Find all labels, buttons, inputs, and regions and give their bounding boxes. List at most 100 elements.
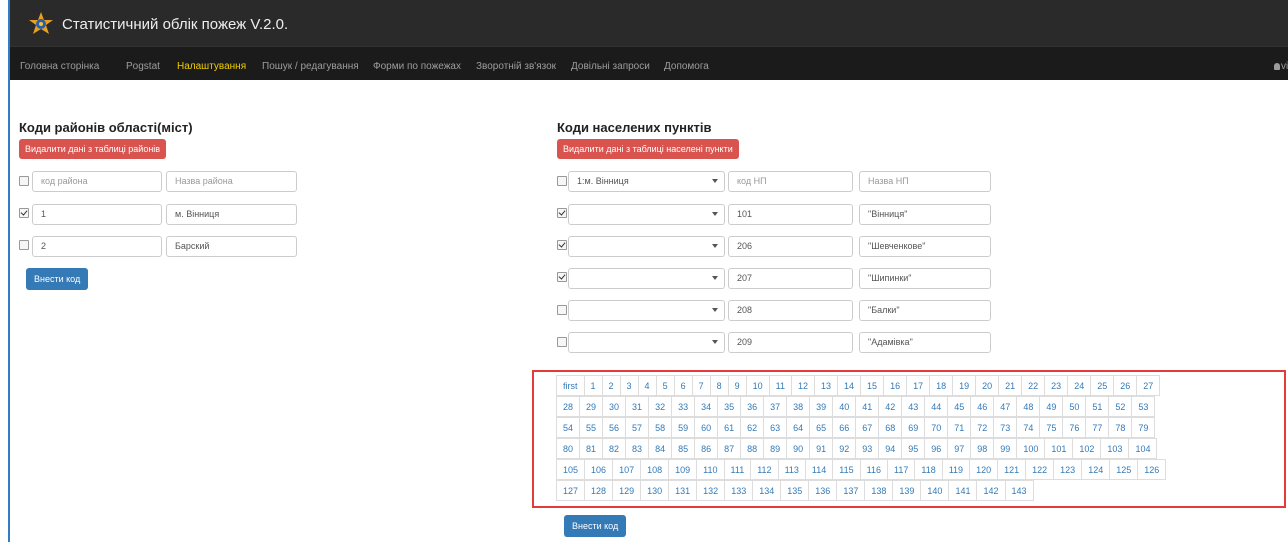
page-link[interactable]: 117 xyxy=(887,459,916,480)
page-link[interactable]: 70 xyxy=(924,417,949,438)
page-link[interactable]: 80 xyxy=(556,438,581,459)
page-link[interactable]: 48 xyxy=(1016,396,1041,417)
page-link[interactable]: 116 xyxy=(859,459,888,480)
page-link[interactable]: 17 xyxy=(906,375,931,396)
page-link[interactable]: 139 xyxy=(892,480,922,501)
page-link[interactable]: 106 xyxy=(584,459,614,480)
district-name-field[interactable]: м. Вінниця xyxy=(166,204,297,225)
page-link[interactable]: 121 xyxy=(997,459,1027,480)
page-link[interactable]: 25 xyxy=(1090,375,1115,396)
page-link[interactable]: 57 xyxy=(625,417,650,438)
page-link[interactable]: 115 xyxy=(832,459,861,480)
menu-item-feedback[interactable]: Зворотній зв'язок xyxy=(476,61,556,72)
settlement-row-checkbox[interactable] xyxy=(557,240,567,250)
settlement-row-checkbox[interactable] xyxy=(557,337,567,347)
settlement-district-select[interactable] xyxy=(568,332,725,353)
page-link[interactable]: 102 xyxy=(1072,438,1102,459)
menu-item-settings[interactable]: Налаштування xyxy=(177,61,246,72)
page-link[interactable]: 51 xyxy=(1085,396,1110,417)
settlement-district-select[interactable] xyxy=(568,204,725,225)
settlement-code-field[interactable]: 208 xyxy=(728,300,853,321)
settlement-name-field[interactable]: "Шевченкове" xyxy=(859,236,991,257)
page-link[interactable]: 140 xyxy=(920,480,950,501)
page-link[interactable]: 1 xyxy=(583,375,603,396)
page-link[interactable]: 4 xyxy=(637,375,657,396)
page-link[interactable]: 95 xyxy=(901,438,926,459)
menu-item-custom-queries[interactable]: Довільні запроси xyxy=(571,61,650,72)
page-link[interactable]: 31 xyxy=(625,396,650,417)
page-link[interactable]: 19 xyxy=(952,375,977,396)
page-link[interactable]: 67 xyxy=(855,417,880,438)
page-link[interactable]: 83 xyxy=(625,438,650,459)
page-link[interactable]: 59 xyxy=(671,417,696,438)
page-link[interactable]: 129 xyxy=(612,480,642,501)
page-link[interactable]: 132 xyxy=(696,480,726,501)
user-menu[interactable]: vinica xyxy=(1274,61,1288,72)
page-link[interactable]: 88 xyxy=(740,438,765,459)
page-link[interactable]: 43 xyxy=(901,396,926,417)
page-link[interactable]: 63 xyxy=(763,417,788,438)
page-link[interactable]: 64 xyxy=(786,417,811,438)
page-link[interactable]: 96 xyxy=(924,438,949,459)
page-link[interactable]: 113 xyxy=(777,459,806,480)
page-link[interactable]: 108 xyxy=(640,459,670,480)
page-link[interactable]: 11 xyxy=(768,375,792,396)
page-link[interactable]: 15 xyxy=(860,375,885,396)
page-link[interactable]: 14 xyxy=(837,375,862,396)
page-link[interactable]: 60 xyxy=(694,417,719,438)
settlement-name-input[interactable]: Назва НП xyxy=(859,171,991,192)
settlement-code-field[interactable]: 207 xyxy=(728,268,853,289)
page-link[interactable]: 7 xyxy=(691,375,711,396)
district-row-checkbox[interactable] xyxy=(19,208,29,218)
page-link[interactable]: 84 xyxy=(648,438,673,459)
page-link[interactable]: 77 xyxy=(1085,417,1110,438)
settlement-name-field[interactable]: "Шипинки" xyxy=(859,268,991,289)
district-filter-select[interactable]: 1:м. Вінниця xyxy=(568,171,725,192)
app-title[interactable]: Статистичний облік пожеж V.2.0. xyxy=(62,16,288,33)
page-link[interactable]: 137 xyxy=(836,480,866,501)
page-link[interactable]: 130 xyxy=(640,480,670,501)
page-link[interactable]: 42 xyxy=(878,396,903,417)
page-link[interactable]: 99 xyxy=(993,438,1018,459)
page-link[interactable]: 54 xyxy=(556,417,581,438)
page-link[interactable]: 22 xyxy=(1021,375,1046,396)
page-link[interactable]: 89 xyxy=(763,438,788,459)
page-link[interactable]: 21 xyxy=(998,375,1023,396)
district-code-field[interactable]: 1 xyxy=(32,204,162,225)
settlement-code-field[interactable]: 209 xyxy=(728,332,853,353)
settlement-district-select[interactable] xyxy=(568,236,725,257)
page-link[interactable]: 39 xyxy=(809,396,834,417)
page-link[interactable]: 53 xyxy=(1131,396,1156,417)
page-link[interactable]: 100 xyxy=(1016,438,1046,459)
page-link[interactable]: 35 xyxy=(717,396,742,417)
page-link[interactable]: 118 xyxy=(914,459,943,480)
page-link[interactable]: 72 xyxy=(970,417,995,438)
page-link[interactable]: 122 xyxy=(1025,459,1055,480)
page-link[interactable]: 36 xyxy=(740,396,765,417)
page-link[interactable]: 127 xyxy=(556,480,586,501)
page-link[interactable]: 23 xyxy=(1044,375,1069,396)
settlement-header-checkbox[interactable] xyxy=(557,176,567,186)
page-link[interactable]: 33 xyxy=(671,396,696,417)
page-link[interactable]: 128 xyxy=(584,480,614,501)
page-link[interactable]: 138 xyxy=(864,480,894,501)
page-link[interactable]: 97 xyxy=(947,438,972,459)
page-link[interactable]: 79 xyxy=(1131,417,1156,438)
page-link[interactable]: 81 xyxy=(579,438,604,459)
district-name-field[interactable]: Барский xyxy=(166,236,297,257)
settlement-name-field[interactable]: "Адамівка" xyxy=(859,332,991,353)
submit-district-code-button[interactable]: Внести код xyxy=(26,268,89,290)
page-link[interactable]: 56 xyxy=(602,417,627,438)
settlement-district-select[interactable] xyxy=(568,300,725,321)
page-link[interactable]: 104 xyxy=(1128,438,1158,459)
page-link[interactable]: 107 xyxy=(612,459,642,480)
menu-item-help[interactable]: Допомога xyxy=(664,61,709,72)
page-link[interactable]: 92 xyxy=(832,438,857,459)
page-link[interactable]: 38 xyxy=(786,396,811,417)
page-link[interactable]: 52 xyxy=(1108,396,1133,417)
settlement-name-field[interactable]: "Вінниця" xyxy=(859,204,991,225)
page-link[interactable]: 136 xyxy=(808,480,838,501)
page-link[interactable]: 69 xyxy=(901,417,926,438)
page-link[interactable]: 91 xyxy=(809,438,834,459)
page-link[interactable]: 101 xyxy=(1044,438,1074,459)
